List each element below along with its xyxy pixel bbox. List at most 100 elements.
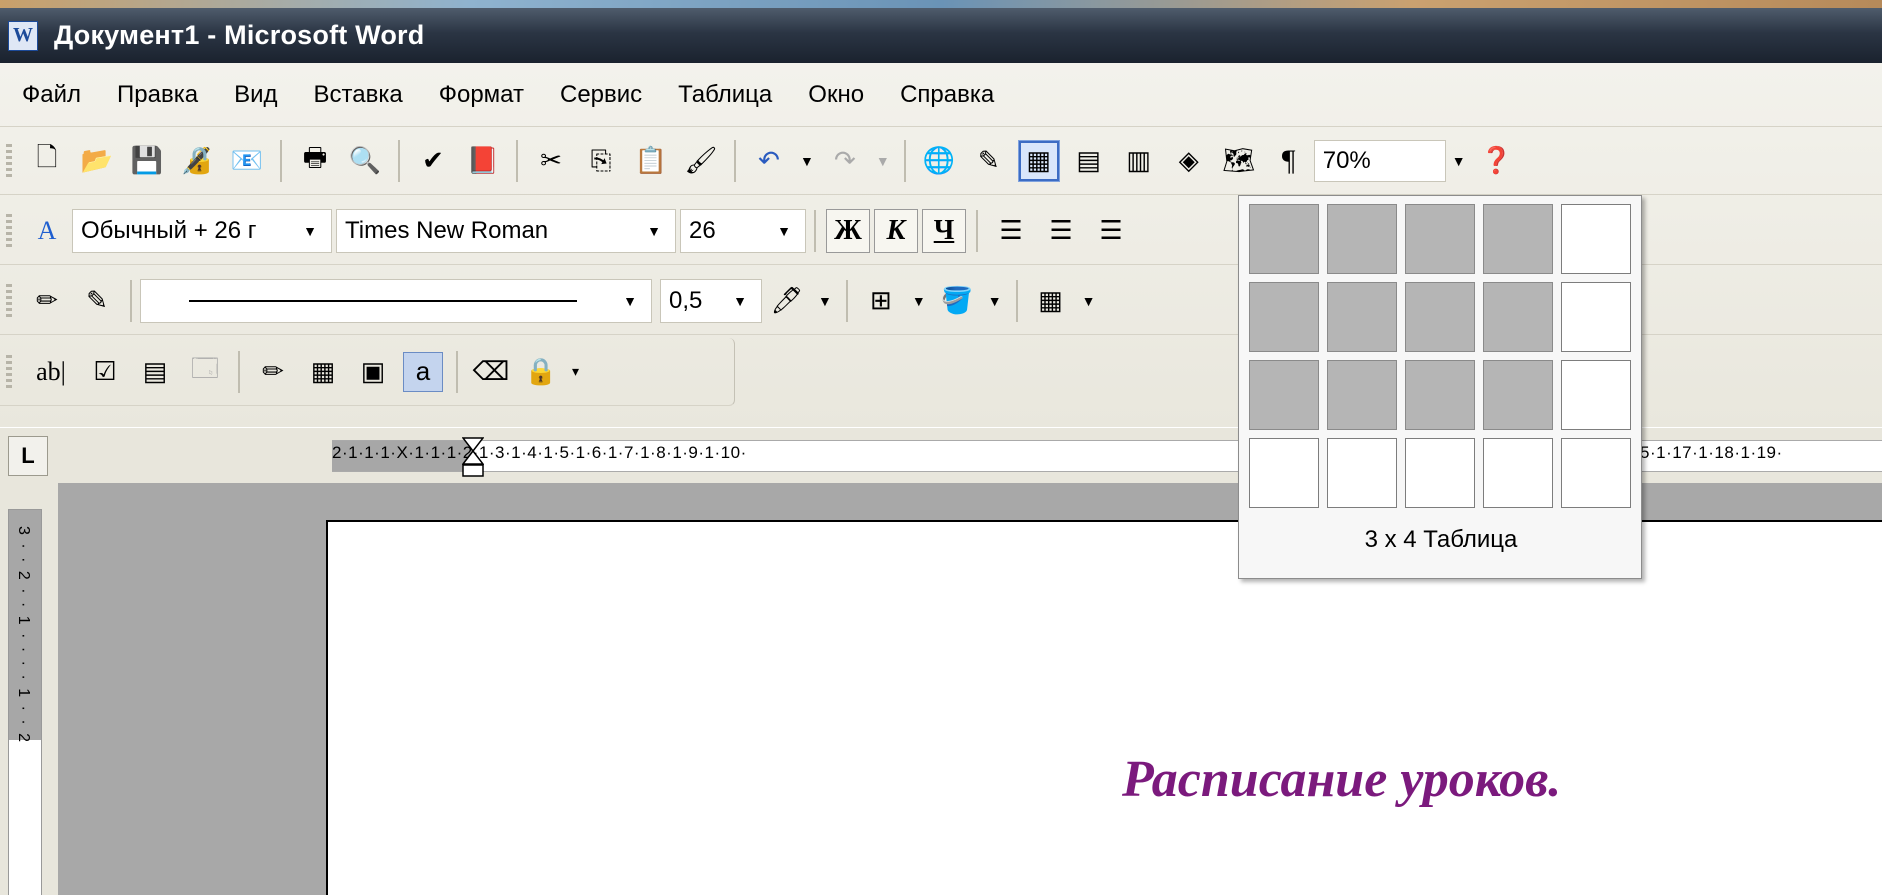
- insert-table-icon[interactable]: ▦: [1017, 139, 1060, 182]
- show-hide-pilcrow-icon[interactable]: ¶: [1269, 141, 1309, 181]
- table-picker-cell[interactable]: [1249, 282, 1319, 352]
- help-icon[interactable]: ❓: [1477, 141, 1517, 181]
- table-picker-cell[interactable]: [1561, 438, 1631, 508]
- vertical-ruler[interactable]: 3 · · 2 · · 1 · · · · 1 · · 2: [8, 509, 42, 895]
- document-page[interactable]: [326, 520, 1882, 895]
- redo-icon[interactable]: ↷: [825, 141, 865, 181]
- border-color-icon[interactable]: 🖊: [767, 281, 807, 321]
- columns-icon[interactable]: ▥: [1119, 141, 1159, 181]
- paste-icon[interactable]: 📋: [631, 141, 671, 181]
- table-picker-cell[interactable]: [1327, 282, 1397, 352]
- line-weight-combo[interactable]: 0,5 ▼: [660, 278, 762, 323]
- size-dropdown-icon[interactable]: ▼: [777, 223, 791, 239]
- toolbar-grip[interactable]: [6, 283, 12, 318]
- forms-toolbar-options-icon[interactable]: ▾: [572, 363, 579, 380]
- draw-table-icon[interactable]: ✏: [27, 281, 67, 321]
- menu-view[interactable]: Вид: [234, 81, 277, 109]
- table-picker-cell[interactable]: [1249, 360, 1319, 430]
- form-field-shading-icon[interactable]: a: [403, 351, 443, 392]
- cut-icon[interactable]: ✂: [531, 141, 571, 181]
- style-combo[interactable]: Обычный + 26 г ▼: [72, 208, 332, 253]
- save-icon[interactable]: 💾: [127, 141, 167, 181]
- table-picker-cell[interactable]: [1405, 282, 1475, 352]
- field-options-icon[interactable]: 🗔: [185, 352, 225, 392]
- redo-dropdown-icon[interactable]: ▼: [876, 153, 890, 169]
- draw-table-forms-icon[interactable]: ✏: [253, 352, 293, 392]
- insert-table-forms-icon[interactable]: ▦: [303, 352, 343, 392]
- table-picker-cell[interactable]: [1483, 204, 1553, 274]
- dropdown-field-icon[interactable]: ▤: [135, 352, 175, 392]
- styles-pane-icon[interactable]: A: [27, 211, 67, 251]
- bold-button[interactable]: Ж: [826, 208, 870, 253]
- indent-marker-icon[interactable]: [462, 437, 484, 477]
- table-picker-cell[interactable]: [1483, 360, 1553, 430]
- toolbar-grip[interactable]: [6, 213, 12, 248]
- borders-icon[interactable]: ⊞: [861, 281, 901, 321]
- table-picker-cell[interactable]: [1249, 204, 1319, 274]
- align-center-icon[interactable]: ☰: [1041, 211, 1081, 251]
- menu-window[interactable]: Окно: [808, 81, 864, 109]
- style-dropdown-icon[interactable]: ▼: [303, 223, 317, 239]
- underline-button[interactable]: Ч: [922, 208, 966, 253]
- table-picker-cell[interactable]: [1561, 282, 1631, 352]
- borders-dropdown-icon[interactable]: ▼: [912, 293, 926, 309]
- print-icon[interactable]: 🖶: [295, 141, 335, 181]
- table-picker-cell[interactable]: [1327, 360, 1397, 430]
- table-picker-cell[interactable]: [1405, 360, 1475, 430]
- border-color-dropdown-icon[interactable]: ▼: [818, 293, 832, 309]
- table-picker-cell[interactable]: [1327, 438, 1397, 508]
- table-picker-cell[interactable]: [1561, 360, 1631, 430]
- research-icon[interactable]: 📕: [463, 141, 503, 181]
- hyperlink-icon[interactable]: 🌐: [919, 141, 959, 181]
- insert-table-dropdown-icon[interactable]: ▼: [1082, 293, 1096, 309]
- table-picker-cell[interactable]: [1483, 438, 1553, 508]
- menu-table[interactable]: Таблица: [678, 81, 772, 109]
- format-painter-icon[interactable]: 🖌: [681, 141, 721, 181]
- table-picker-cell[interactable]: [1327, 204, 1397, 274]
- menu-tools[interactable]: Сервис: [560, 81, 642, 109]
- document-heading[interactable]: Расписание уроков.: [1122, 750, 1561, 809]
- document-map-icon[interactable]: 🗺: [1219, 141, 1259, 181]
- insert-excel-icon[interactable]: ▤: [1069, 141, 1109, 181]
- table-picker-cell[interactable]: [1561, 204, 1631, 274]
- font-dropdown-icon[interactable]: ▼: [647, 223, 661, 239]
- text-field-icon[interactable]: ab|: [27, 352, 75, 392]
- toolbar-grip[interactable]: [6, 143, 12, 178]
- size-combo[interactable]: 26 ▼: [680, 208, 806, 253]
- table-picker-cell[interactable]: [1405, 204, 1475, 274]
- table-picker-cell[interactable]: [1405, 438, 1475, 508]
- zoom-dropdown-icon[interactable]: ▼: [1452, 153, 1466, 169]
- undo-icon[interactable]: ↶: [749, 141, 789, 181]
- horizontal-ruler[interactable]: 2·1·1·1·X·1·1·1·2·1·3·1·4·1·5·1·6·1·7·1·…: [332, 437, 1882, 477]
- table-picker-cell[interactable]: [1249, 438, 1319, 508]
- menu-insert[interactable]: Вставка: [314, 81, 403, 109]
- eraser-table-icon[interactable]: ✎: [77, 281, 117, 321]
- toolbar-grip[interactable]: [6, 354, 12, 389]
- font-combo[interactable]: Times New Roman ▼: [336, 208, 676, 253]
- line-style-combo[interactable]: ▼: [140, 278, 652, 323]
- open-folder-icon[interactable]: 📂: [77, 141, 117, 181]
- zoom-combo[interactable]: 70%: [1313, 139, 1446, 182]
- copy-icon[interactable]: ⎘: [581, 141, 621, 181]
- shading-dropdown-icon[interactable]: ▼: [988, 293, 1002, 309]
- align-left-icon[interactable]: ☰: [991, 211, 1031, 251]
- new-document-icon[interactable]: 🗋: [27, 141, 67, 181]
- menu-format[interactable]: Формат: [439, 81, 524, 109]
- align-right-icon[interactable]: ☰: [1091, 211, 1131, 251]
- insert-table-small-icon[interactable]: ▦: [1031, 281, 1071, 321]
- email-icon[interactable]: 📧: [227, 141, 267, 181]
- spelling-icon[interactable]: ✔: [413, 141, 453, 181]
- tab-selector[interactable]: L: [8, 436, 48, 476]
- line-style-dropdown-icon[interactable]: ▼: [623, 293, 637, 309]
- reset-fields-icon[interactable]: ⌫: [471, 352, 511, 392]
- word-app-icon[interactable]: W: [8, 20, 38, 51]
- line-weight-dropdown-icon[interactable]: ▼: [733, 293, 747, 309]
- print-preview-icon[interactable]: 🔍: [345, 141, 385, 181]
- tables-borders-icon[interactable]: ✎: [969, 141, 1009, 181]
- drawing-icon[interactable]: ◈: [1169, 141, 1209, 181]
- undo-dropdown-icon[interactable]: ▼: [800, 153, 814, 169]
- table-picker-cell[interactable]: [1483, 282, 1553, 352]
- protect-form-lock-icon[interactable]: 🔒: [521, 352, 561, 392]
- permission-icon[interactable]: 🔏: [177, 141, 217, 181]
- menu-edit[interactable]: Правка: [117, 81, 198, 109]
